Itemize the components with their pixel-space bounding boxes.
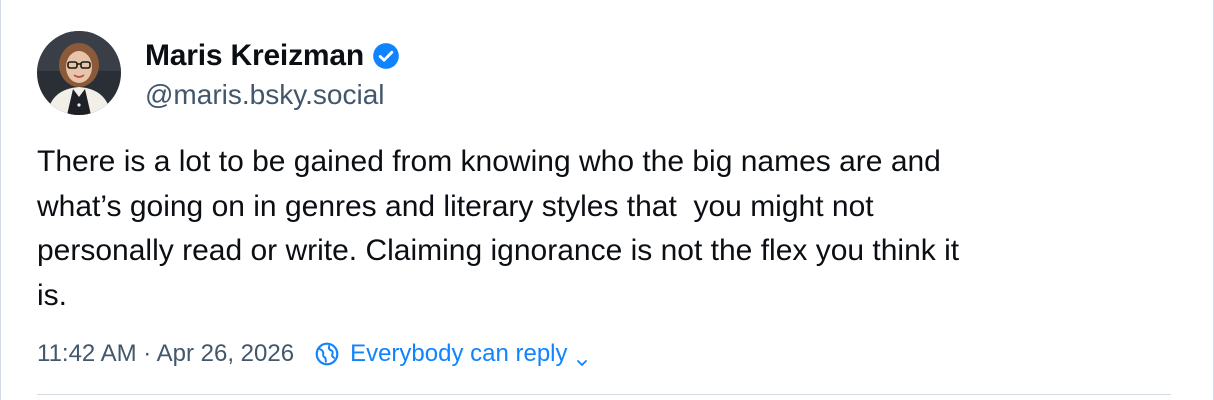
avatar-photo (37, 31, 121, 115)
post-timestamp[interactable]: 11:42 AM · Apr 26, 2026 (37, 340, 294, 368)
display-name-row: Maris Kreizman (145, 35, 400, 77)
author-display-name[interactable]: Maris Kreizman (145, 39, 364, 73)
chevron-down-icon (576, 348, 588, 366)
reply-settings-button[interactable]: Everybody can reply (314, 340, 587, 368)
post-meta-row: 11:42 AM · Apr 26, 2026 Everybody can re… (37, 336, 588, 372)
verified-check-icon[interactable] (372, 42, 400, 70)
divider (37, 394, 1171, 395)
author-handle[interactable]: @maris.bsky.social (145, 79, 400, 111)
post-author-header: Maris Kreizman @maris.bsky.social (37, 28, 400, 118)
globe-icon (314, 341, 340, 367)
post-thread-item: Maris Kreizman @maris.bsky.social There … (0, 0, 1214, 400)
post-body-text: There is a lot to be gained from knowing… (37, 145, 960, 312)
avatar[interactable] (37, 31, 121, 115)
author-names: Maris Kreizman @maris.bsky.social (145, 35, 400, 111)
reply-settings-label: Everybody can reply (350, 340, 568, 367)
